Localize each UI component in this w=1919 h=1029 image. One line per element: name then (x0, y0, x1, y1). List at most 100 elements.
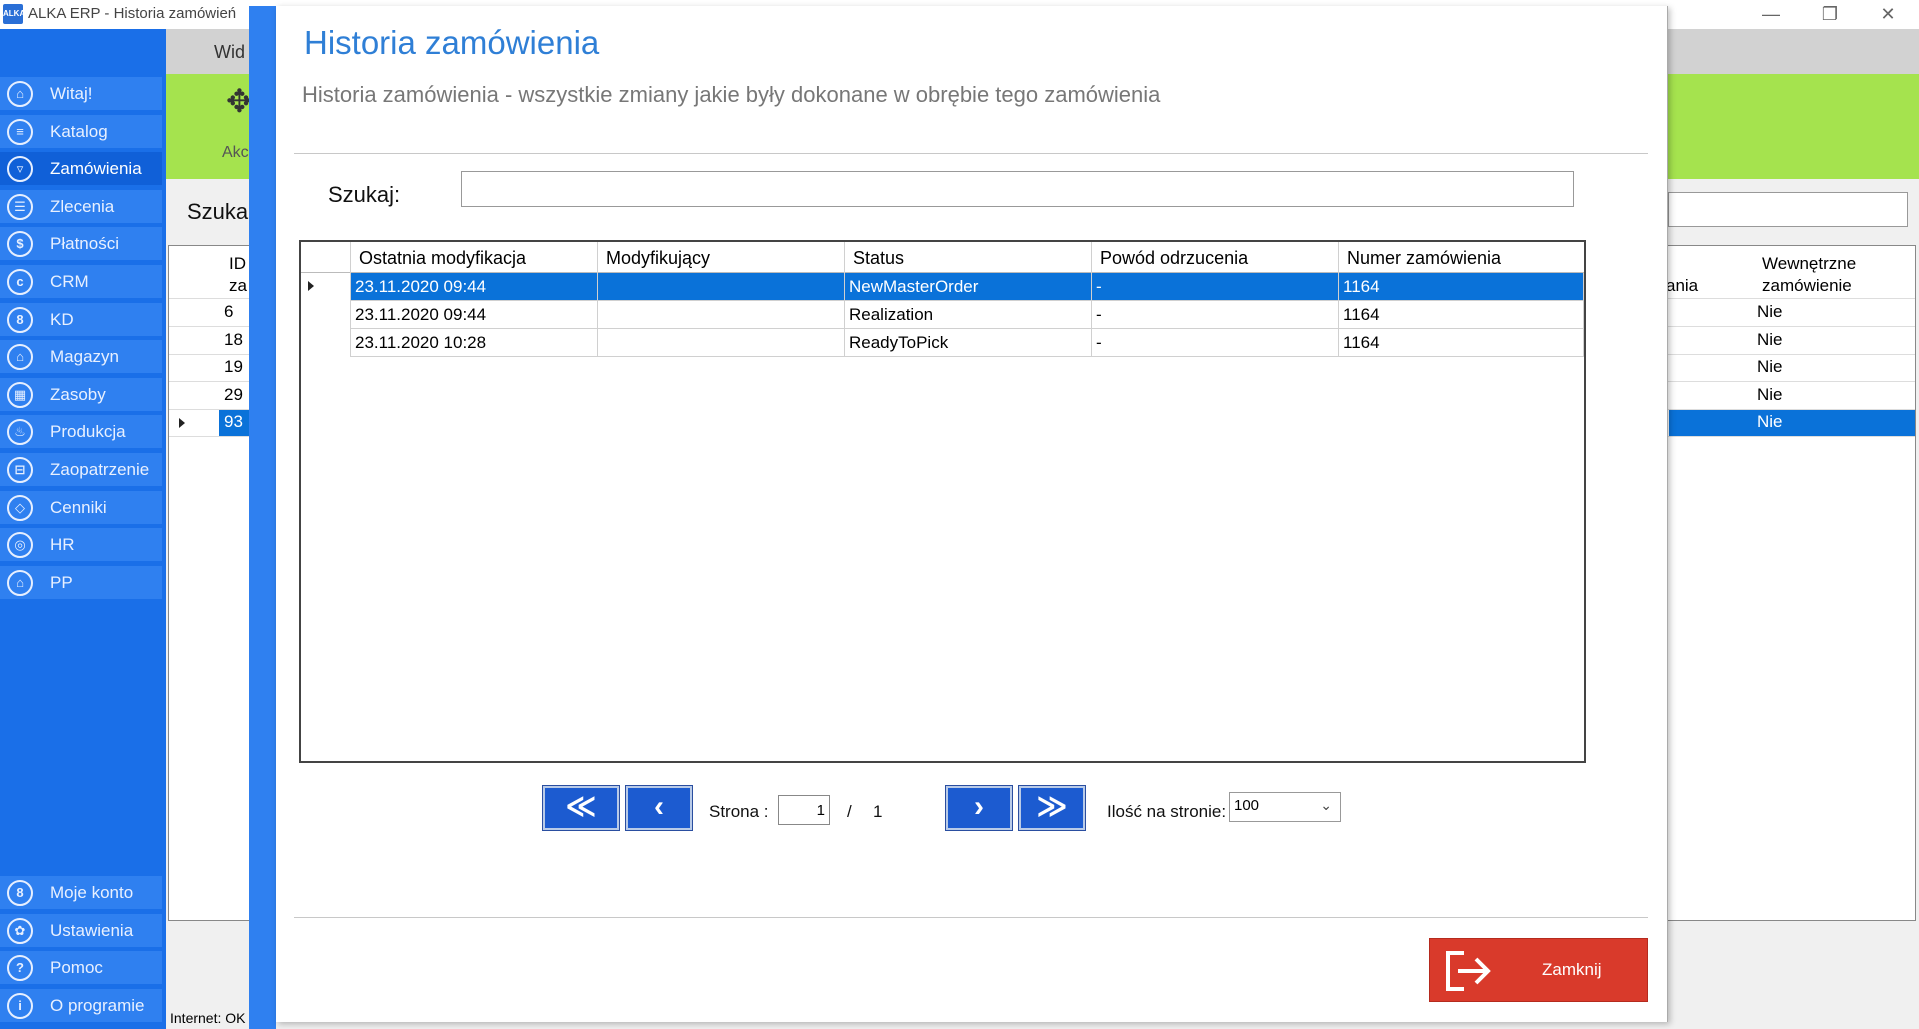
background-search-label: Szuka (187, 199, 249, 224)
sidebar-item-label: Płatności (50, 234, 119, 254)
list-icon: ☰ (7, 193, 33, 220)
row-header-corner (301, 242, 351, 273)
first-page-button[interactable]: ≪ (542, 785, 620, 831)
dollar-icon: $ (7, 231, 33, 258)
page-number-input[interactable] (778, 795, 830, 825)
column-last-modified[interactable]: Ostatnia modyfikacja (351, 242, 598, 273)
sidebar-item-kd[interactable]: 8 KD (0, 302, 162, 336)
sidebar-item-label: Witaj! (50, 84, 93, 103)
bg-row-internal[interactable]: Nie (1757, 412, 1783, 432)
sidebar-item-zasoby[interactable]: ▦ Zasoby (0, 377, 162, 411)
person-icon: 8 (7, 306, 33, 333)
bg-row-internal[interactable]: Nie (1757, 330, 1783, 350)
cell-rejection-reason: - (1092, 329, 1339, 357)
sidebar-item-katalog[interactable]: ≡ Katalog (0, 114, 162, 148)
sidebar-item-label: KD (50, 309, 74, 329)
divider-bottom (294, 917, 1648, 918)
restore-icon[interactable]: ❐ (1802, 0, 1858, 29)
cell-status: ReadyToPick (845, 329, 1092, 357)
cell-modified-by (598, 329, 845, 357)
sidebar-item-płatności[interactable]: $ Płatności (0, 227, 162, 261)
background-tab[interactable]: Wid (214, 42, 245, 63)
sidebar-item-ustawienia[interactable]: ✿ Ustawienia (0, 913, 162, 947)
sidebar-item-label: Magazyn (50, 347, 119, 367)
row-indicator-icon (308, 281, 314, 291)
cell-modified-by (598, 273, 845, 301)
sidebar-item-label: Katalog (50, 121, 108, 141)
per-page-value: 100 (1234, 797, 1260, 814)
bg-row-internal[interactable]: Nie (1757, 385, 1783, 405)
crm-icon: c (7, 269, 33, 295)
sidebar: ⌂ Witaj! ≡ Katalog ▿ Zamówienia ☰ Zlecenia $ Płat… (0, 29, 166, 1029)
sidebar-item-cenniki[interactable]: ◇ Cenniki (0, 490, 162, 524)
divider (294, 153, 1648, 154)
sidebar-item-o-programie[interactable]: i O programie (0, 988, 162, 1022)
sidebar-item-label: Zasoby (50, 384, 106, 404)
sidebar-item-zaopatrzenie[interactable]: ⊟ Zaopatrzenie (0, 453, 162, 486)
column-modified-by[interactable]: Modyfikujący (598, 242, 845, 273)
sidebar-item-zamówienia[interactable]: ▿ Zamówienia (0, 152, 162, 186)
row-header[interactable] (301, 301, 351, 329)
sidebar-item-moje-konto[interactable]: 8 Moje konto (0, 876, 162, 909)
bg-header-partial: ania (1666, 276, 1699, 295)
bg-row-internal[interactable]: Nie (1757, 302, 1783, 322)
settings-icon: ✿ (7, 917, 33, 944)
last-page-button[interactable]: ≫ (1018, 785, 1086, 831)
page-separator: / (847, 802, 852, 821)
book-icon: ≡ (7, 118, 33, 145)
total-pages: 1 (873, 802, 883, 821)
sidebar-item-witaj-[interactable]: ⌂ Witaj! (0, 77, 162, 110)
sidebar-item-produkcja[interactable]: ♨ Produkcja (0, 415, 162, 449)
close-button-label: Zamknij (1542, 960, 1602, 979)
table-row[interactable]: 23.11.2020 09:44 Realization -1164 (301, 301, 1584, 329)
pp-icon: ⌂ (7, 569, 33, 596)
column-order-number[interactable]: Numer zamówienia (1339, 242, 1584, 273)
order-history-dialog: Historia zamówienia Historia zamówienia … (276, 6, 1668, 1022)
close-button[interactable]: Zamknij (1429, 938, 1648, 1002)
background-search-input[interactable] (1668, 192, 1908, 227)
cell-status: Realization (845, 301, 1092, 329)
sidebar-item-crm[interactable]: c CRM (0, 265, 162, 298)
table-row[interactable]: 23.11.2020 09:44 NewMasterOrder -1164 (301, 273, 1584, 301)
bg-row-id[interactable]: 93 (224, 412, 243, 432)
grid-header: Ostatnia modyfikacja Modyfikujący Status… (301, 242, 1584, 273)
tag-icon: ◇ (7, 494, 33, 521)
sidebar-item-label: O programie (50, 995, 145, 1015)
per-page-select[interactable]: 100 ⌄ (1229, 792, 1341, 822)
column-status[interactable]: Status (845, 242, 1092, 273)
sidebar-item-label: Moje konto (50, 883, 134, 902)
bg-row-id[interactable]: 6 (224, 302, 233, 322)
row-header[interactable] (301, 273, 351, 301)
dialog-subtitle: Historia zamówienia - wszystkie zmiany j… (302, 82, 1161, 107)
bg-row-id[interactable]: 29 (224, 385, 243, 405)
sidebar-item-pp[interactable]: ⌂ PP (0, 565, 162, 599)
sidebar-item-zlecenia[interactable]: ☰ Zlecenia (0, 189, 162, 223)
sidebar-item-hr[interactable]: ◎ HR (0, 528, 162, 562)
truck-icon: ⊟ (7, 457, 33, 483)
table-row[interactable]: 23.11.2020 10:28 ReadyToPick -1164 (301, 329, 1584, 357)
minimize-icon[interactable]: — (1743, 0, 1799, 29)
sidebar-item-magazyn[interactable]: ⌂ Magazyn (0, 340, 162, 374)
sidebar-item-label: Zamówienia (50, 159, 142, 179)
search-input[interactable] (461, 171, 1574, 207)
bg-header-internal-2: zamówienie (1762, 276, 1852, 295)
prev-page-button[interactable]: ‹ (625, 785, 693, 831)
bg-row-id[interactable]: 19 (224, 357, 243, 377)
cell-rejection-reason: - (1092, 301, 1339, 329)
close-window-icon[interactable]: ✕ (1860, 0, 1916, 29)
hr-icon: ◎ (7, 532, 33, 559)
row-indicator-icon (179, 418, 185, 428)
sidebar-item-label: Pomoc (50, 958, 103, 978)
app-logo-icon: ALKA (3, 4, 25, 24)
cell-status: NewMasterOrder (845, 273, 1092, 301)
next-page-button[interactable]: › (945, 785, 1013, 831)
bg-header-id: ID (229, 254, 246, 273)
ribbon-actions-label: Akc (222, 144, 249, 161)
column-rejection-reason[interactable]: Powód odrzucenia (1092, 242, 1339, 273)
warehouse-icon: ⌂ (7, 344, 33, 371)
sidebar-item-pomoc[interactable]: ? Pomoc (0, 951, 162, 985)
bg-row-internal[interactable]: Nie (1757, 357, 1783, 377)
dialog-title: Historia zamówienia (304, 24, 600, 61)
row-header[interactable] (301, 329, 351, 357)
bg-row-id[interactable]: 18 (224, 330, 243, 350)
